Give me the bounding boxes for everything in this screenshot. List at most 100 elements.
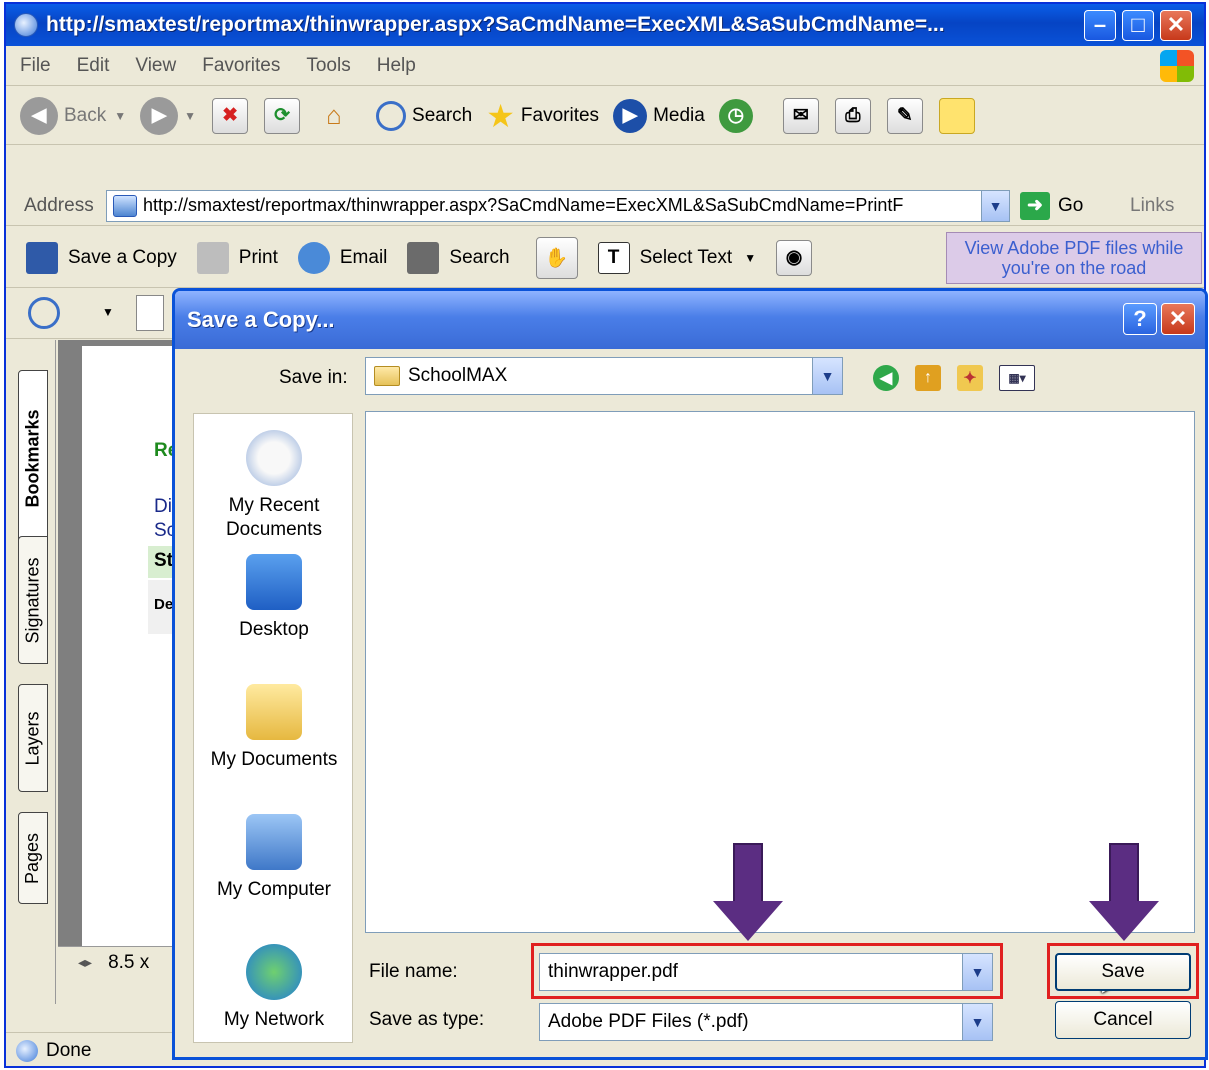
hand-tool-button[interactable]: ✋ [535, 236, 578, 279]
back-button[interactable]: ◀ Back ▼ [20, 96, 126, 135]
print-button[interactable]: Print [196, 241, 278, 274]
go-label: Go [1058, 194, 1084, 216]
email-button[interactable]: Email [297, 241, 388, 274]
zoom-dropdown-icon[interactable]: ▼ [102, 305, 114, 319]
favorites-label: Favorites [520, 104, 600, 126]
menu-file[interactable]: File [20, 55, 51, 77]
save-copy-label: Save a Copy [68, 246, 177, 268]
menu-edit[interactable]: Edit [77, 55, 110, 77]
windows-logo-icon [1160, 50, 1194, 82]
acrobat-search-button[interactable]: Search [407, 241, 510, 274]
browser-toolbar: ◀ Back ▼ ▶ ▼ ✖ ⟳ ⌂ Search ★ Favorites ▶ … [6, 87, 1204, 145]
place-recent-documents[interactable]: My Recent Documents [194, 430, 354, 542]
menu-tools[interactable]: Tools [306, 55, 350, 77]
back-arrow-icon: ◀ [20, 96, 58, 135]
save-in-value: SchoolMAX [408, 365, 508, 386]
save-copy-button[interactable]: Save a Copy [26, 241, 177, 274]
chevron-down-icon[interactable]: ▼ [981, 190, 1009, 221]
address-label: Address [24, 194, 94, 216]
binoculars-icon [407, 241, 440, 274]
select-text-label: Select Text [639, 246, 733, 268]
edit-button[interactable]: ✎ [886, 97, 923, 134]
recent-documents-icon [246, 430, 302, 486]
view-menu-icon[interactable]: ▦▾ [999, 365, 1035, 391]
links-button[interactable]: Links [1130, 195, 1174, 217]
help-button[interactable]: ? [1123, 303, 1157, 335]
my-network-icon [246, 944, 302, 1000]
search-label: Search [412, 104, 473, 126]
printer-icon [196, 241, 229, 274]
save-button-highlight [1047, 943, 1199, 999]
desktop-icon [246, 554, 302, 610]
chevron-down-icon[interactable]: ▼ [962, 1004, 992, 1040]
tab-pages-label: Pages [22, 832, 43, 884]
close-button[interactable]: ✕ [1160, 10, 1192, 41]
address-url: http://smaxtest/reportmax/thinwrapper.as… [143, 195, 904, 215]
media-button[interactable]: ▶ Media [613, 98, 705, 133]
tab-pages[interactable]: Pages [18, 812, 48, 904]
adobe-ad-banner[interactable]: View Adobe PDF files while you're on the… [946, 232, 1202, 284]
place-my-computer-label: My Computer [216, 879, 332, 900]
history-button[interactable]: ◷ [718, 98, 759, 133]
place-my-documents[interactable]: My Documents [194, 684, 354, 772]
select-text-dropdown-icon[interactable]: ▼ [744, 251, 756, 265]
email-icon [297, 241, 330, 274]
go-button[interactable]: ➜ Go [1020, 191, 1084, 220]
favorites-button[interactable]: ★ Favorites [486, 97, 599, 135]
select-text-button[interactable]: T Select Text ▼ [597, 241, 756, 274]
acrobat-toolbar: Save a Copy Print Email Search ✋ T Selec… [6, 228, 1204, 288]
new-folder-icon[interactable]: ✦ [957, 365, 983, 391]
tab-bookmarks[interactable]: Bookmarks [18, 370, 48, 546]
menu-favorites[interactable]: Favorites [202, 55, 280, 77]
acrobat-search-label: Search [449, 246, 510, 268]
ad-line-2: you're on the road [1001, 258, 1147, 278]
refresh-button[interactable]: ⟳ [264, 97, 301, 134]
messenger-button[interactable] [938, 97, 975, 134]
address-input[interactable]: http://smaxtest/reportmax/thinwrapper.as… [106, 189, 1010, 222]
place-desktop-label: Desktop [239, 619, 309, 640]
navigation-panel: Bookmarks Signatures Layers Pages [6, 340, 56, 1004]
save-copy-dialog: Save a Copy... ? ✕ Save in: SchoolMAX ▼ … [172, 288, 1208, 1060]
tab-signatures-label: Signatures [22, 556, 43, 644]
browser-title: http://smaxtest/reportmax/thinwrapper.as… [46, 13, 945, 36]
history-icon: ◷ [718, 98, 753, 133]
places-bar: My Recent Documents Desktop My Documents… [193, 413, 353, 1043]
minimize-button[interactable]: – [1084, 10, 1116, 41]
place-my-network[interactable]: My Network [194, 944, 354, 1032]
up-folder-icon[interactable]: ↑ [915, 365, 941, 391]
place-my-computer[interactable]: My Computer [194, 814, 354, 902]
tab-layers[interactable]: Layers [18, 684, 48, 792]
snapshot-button[interactable]: ◉ [776, 239, 813, 276]
ad-line-1: View Adobe PDF files while [964, 238, 1184, 258]
ie-icon [14, 13, 38, 37]
file-name-highlight [531, 943, 1003, 999]
save-type-select[interactable]: Adobe PDF Files (*.pdf) ▼ [539, 1003, 993, 1041]
back-folder-icon[interactable]: ◀ [873, 365, 899, 391]
place-desktop[interactable]: Desktop [194, 554, 354, 642]
page-view-icon[interactable] [136, 295, 164, 331]
chevron-down-icon[interactable]: ▼ [812, 358, 842, 394]
folder-icon [374, 366, 400, 386]
email-label: Email [339, 246, 388, 268]
document-page: Re Di Sc St De [82, 346, 188, 962]
menu-help[interactable]: Help [377, 55, 416, 77]
page-icon [113, 194, 137, 217]
menu-view[interactable]: View [135, 55, 176, 77]
file-name-label: File name: [369, 961, 458, 982]
tab-signatures[interactable]: Signatures [18, 536, 48, 664]
dialog-close-button[interactable]: ✕ [1161, 303, 1195, 335]
mail-button[interactable]: ✉ [782, 97, 819, 134]
resize-icon[interactable]: ◂▸ [78, 954, 92, 971]
stop-button[interactable]: ✖ [212, 97, 249, 134]
cancel-button[interactable]: Cancel [1055, 1001, 1191, 1039]
print-browser-button[interactable]: ⎙ [834, 97, 871, 134]
save-in-select[interactable]: SchoolMAX ▼ [365, 357, 843, 395]
forward-button[interactable]: ▶ ▼ [140, 96, 196, 135]
home-button[interactable]: ⌂ [316, 98, 352, 134]
magnifier-icon [376, 100, 407, 131]
search-button[interactable]: Search [376, 100, 473, 131]
zoom-in-icon[interactable] [28, 297, 60, 329]
save-in-label: Save in: [279, 367, 348, 388]
maximize-button[interactable]: □ [1122, 10, 1154, 41]
save-type-label: Save as type: [369, 1009, 485, 1030]
